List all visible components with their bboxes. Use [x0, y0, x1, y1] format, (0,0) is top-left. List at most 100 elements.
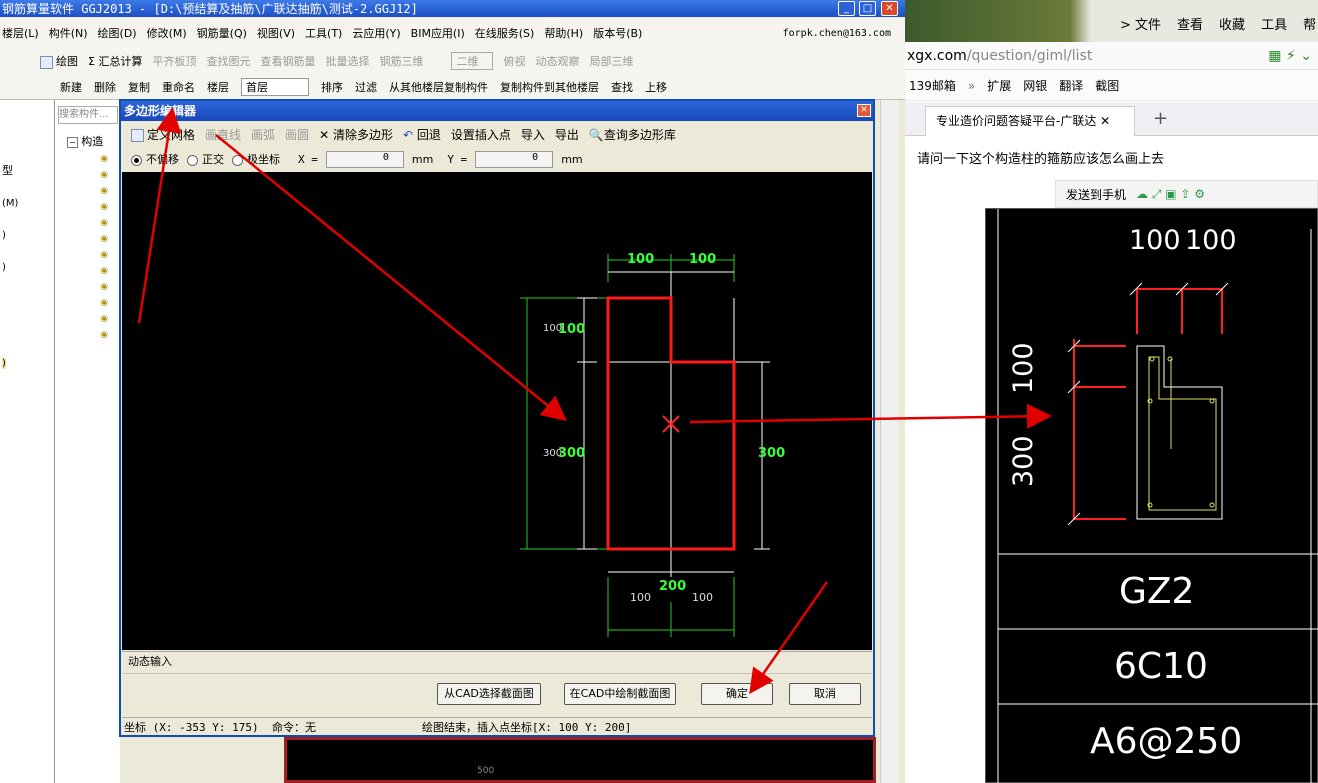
browser-menu-view[interactable]: 查看 — [1177, 14, 1203, 33]
bookmark-translate[interactable]: 翻译 — [1059, 77, 1083, 94]
main-drawing-canvas[interactable]: 500 — [284, 737, 876, 783]
draw-in-cad-button[interactable]: 在CAD中绘制截面图 — [564, 683, 676, 705]
img-dim-left-a: 100 — [1008, 342, 1039, 394]
bookmark-extensions[interactable]: 扩展 — [987, 77, 1011, 94]
copy-button[interactable]: 复制 — [128, 79, 150, 95]
tree-root-node[interactable]: − 构造 — [67, 133, 103, 149]
select-from-cad-button[interactable]: 从CAD选择截面图 — [437, 683, 541, 705]
menu-help[interactable]: 帮助(H) — [544, 25, 583, 41]
query-polygon-lib-button[interactable]: 🔍查询多边形库 — [589, 126, 676, 143]
x-label: X = — [298, 152, 318, 166]
radio-orthogonal[interactable]: 正交 — [187, 151, 224, 167]
find-button[interactable]: 查找 — [611, 79, 633, 95]
batch-select-button[interactable]: 批量选择 — [325, 53, 369, 69]
x-input[interactable]: 0 — [325, 150, 404, 168]
dynamic-input-tab[interactable]: 动态输入 — [122, 651, 872, 673]
dialog-close-button[interactable]: ✕ — [857, 104, 871, 117]
dynamic-view-button[interactable]: 动态观察 — [535, 53, 579, 69]
find-element-button[interactable]: 查找图元 — [206, 53, 250, 69]
bookmark-netbank[interactable]: 网银 — [1023, 77, 1047, 94]
undo-icon: ↶ — [402, 127, 417, 142]
polygon-canvas[interactable]: 100 100 100 100 300 300 300 200 100 100 — [122, 172, 872, 650]
search-icon: 🔍 — [588, 127, 604, 142]
copy-from-floor-button[interactable]: 从其他楼层复制构件 — [389, 79, 488, 95]
menu-component[interactable]: 构件(N) — [49, 25, 88, 41]
dim-bottom-left: 100 — [630, 591, 651, 604]
radio-polar[interactable]: 极坐标 — [232, 151, 280, 167]
browser-menu-tools[interactable]: 工具 — [1261, 14, 1287, 33]
top-view-button[interactable]: 俯视 — [503, 53, 525, 69]
close-button[interactable]: ✕ — [881, 1, 898, 16]
img-dim-top-b: 100 — [1185, 225, 1237, 256]
menu-modify[interactable]: 修改(M) — [147, 25, 187, 41]
menu-floor[interactable]: 楼层(L) — [2, 25, 39, 41]
flush-slab-button[interactable]: 平齐板顶 — [152, 53, 196, 69]
menu-version[interactable]: 版本号(B) — [593, 25, 642, 41]
draw-line-button[interactable]: 画直线 — [205, 126, 241, 143]
dim-right: 300 — [758, 446, 786, 461]
account-email[interactable]: forpk.chen@163.com — [783, 28, 891, 39]
img-dim-left-b: 300 — [1008, 435, 1039, 487]
menu-rebar[interactable]: 钢筋量(Q) — [197, 25, 247, 41]
undo-button[interactable]: ↶ 回退 — [403, 126, 441, 143]
rename-button[interactable]: 重命名 — [162, 79, 195, 95]
floor-label: 楼层 — [207, 80, 229, 94]
menu-draw[interactable]: 绘图(D) — [98, 25, 137, 41]
dim-bottom-right: 100 — [692, 591, 713, 604]
minimize-button[interactable]: _ — [838, 1, 855, 16]
import-button[interactable]: 导入 — [521, 126, 545, 143]
new-button[interactable]: 新建 — [60, 79, 82, 95]
tab-glodon-qa[interactable]: 专业造价问题答疑平台-广联达 ✕ — [925, 106, 1135, 136]
view-rebar-button[interactable]: 查看钢筋量 — [260, 53, 315, 69]
set-insert-point-button[interactable]: 设置插入点 — [451, 126, 511, 143]
bookmark-screenshot[interactable]: 截图 — [1095, 77, 1119, 94]
filter-button[interactable]: 过滤 — [355, 79, 377, 95]
rebar-3d-button[interactable]: 钢筋三维 — [379, 53, 423, 69]
browser-menu-favorites[interactable]: 收藏 — [1219, 14, 1245, 33]
question-image[interactable]: 100 100 100 300 GZ2 6C10 A6@250 — [985, 208, 1318, 783]
nav-label: 型 — [2, 164, 13, 177]
bookmark-139mail[interactable]: 139邮箱 — [909, 77, 956, 94]
clear-polygon-button[interactable]: ✕ 清除多边形 — [319, 126, 393, 143]
vertical-scrollbar[interactable] — [880, 100, 898, 783]
floor-select[interactable]: 首层 — [241, 77, 309, 96]
delete-button[interactable]: 删除 — [94, 79, 116, 95]
app-toolbar-2: 新建 删除 复制 重命名 楼层 首层 排序 过滤 从其他楼层复制构件 复制构件到… — [0, 74, 905, 100]
menu-cloud[interactable]: 云应用(Y) — [352, 25, 400, 41]
tab-strip: 专业造价问题答疑平台-广联达 ✕ + — [905, 102, 1318, 136]
coordinate-bar: 不偏移 正交 极坐标 X = 0 mm Y = 0 mm — [121, 147, 873, 171]
share-icons[interactable]: ☁ ⤢ ▣ ⇪ ⚙ — [1136, 187, 1205, 202]
view-2d-select[interactable]: 二维 — [451, 52, 494, 70]
menu-tools[interactable]: 工具(T) — [305, 25, 342, 41]
draw-circle-button[interactable]: 画圆 — [285, 126, 309, 143]
radio-no-offset[interactable]: 不偏移 — [131, 151, 179, 167]
define-grid-button[interactable]: 定义网格 — [131, 126, 195, 143]
qr-icon[interactable]: ▦ ⚡ ⌄ — [1268, 48, 1312, 64]
y-input[interactable]: 0 — [475, 150, 554, 168]
ruler-label: 500 — [477, 766, 495, 776]
menu-view[interactable]: 视图(V) — [257, 25, 295, 41]
bookmarks-bar: 139邮箱 » 扩展 网银 翻译 截图 — [905, 71, 1318, 101]
address-bar[interactable]: xgx.com/question/giml/list ▦ ⚡ ⌄ — [905, 42, 1318, 70]
menu-online[interactable]: 在线服务(S) — [475, 25, 535, 41]
send-to-phone-button[interactable]: 发送到手机 — [1066, 186, 1126, 203]
local-3d-button[interactable]: 局部三维 — [589, 53, 633, 69]
copy-to-floor-button[interactable]: 复制构件到其他楼层 — [500, 79, 599, 95]
summary-calc-button[interactable]: Σ 汇总计算 — [88, 53, 142, 69]
sort-button[interactable]: 排序 — [321, 79, 343, 95]
dialog-button-row: 从CAD选择截面图 在CAD中绘制截面图 确定 取消 — [122, 673, 872, 717]
ok-button[interactable]: 确定 — [701, 683, 773, 705]
export-button[interactable]: 导出 — [555, 126, 579, 143]
cancel-button[interactable]: 取消 — [789, 683, 861, 705]
component-search-input[interactable]: 搜索构件... — [58, 106, 118, 124]
maximize-button[interactable]: □ — [859, 1, 876, 16]
menu-bim[interactable]: BIM应用(I) — [411, 25, 465, 41]
browser-menu-file[interactable]: > 文件 — [1120, 14, 1161, 33]
dim-left-bottom: 300 — [558, 446, 586, 461]
draw-arc-button[interactable]: 画弧 — [251, 126, 275, 143]
draw-icon — [40, 55, 53, 69]
browser-menu-help[interactable]: 帮 — [1303, 14, 1316, 33]
new-tab-button[interactable]: + — [1153, 108, 1168, 129]
draw-button[interactable]: 绘图 — [40, 53, 78, 69]
move-up-button[interactable]: 上移 — [645, 79, 667, 95]
